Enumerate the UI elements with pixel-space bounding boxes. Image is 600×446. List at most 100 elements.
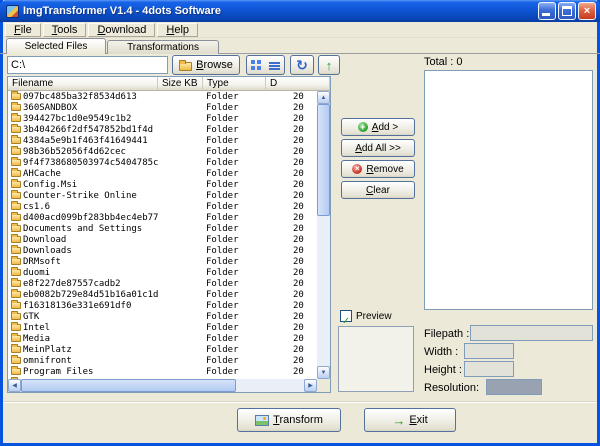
vertical-scrollbar-thumb[interactable] [317,104,330,216]
column-date[interactable]: D [266,77,330,91]
horizontal-scrollbar-thumb[interactable] [21,379,236,392]
folder-icon [11,115,21,122]
scroll-down-icon: ▼ [321,370,327,376]
tab-transformations[interactable]: Transformations [107,40,219,54]
maximize-icon [562,6,572,16]
clear-label: Clear [366,185,390,196]
vertical-scrollbar[interactable]: ▲ ▼ [317,91,330,379]
file-date: 20 [266,257,317,267]
icon-cell [8,223,23,234]
preview-checkbox[interactable]: ✓ [340,310,352,322]
menu-help[interactable]: Help [157,23,198,37]
file-row[interactable]: e8f227de87557cadb2Folder20 [8,278,317,289]
file-row[interactable]: Counter-Strike OnlineFolder20 [8,190,317,201]
width-field [464,343,514,359]
file-row[interactable]: MeinPlatzFolder20 [8,344,317,355]
file-row[interactable]: 3b404266f2df547852bd1f4dFolder20 [8,124,317,135]
file-date: 20 [266,235,317,245]
file-row[interactable]: GTKFolder20 [8,311,317,322]
remove-button[interactable]: × Remove [341,160,415,178]
file-date: 20 [266,279,317,289]
menu-file[interactable]: File [5,23,41,37]
file-date: 20 [266,290,317,300]
folder-icon [11,258,21,265]
clear-button[interactable]: Clear [341,181,415,199]
path-input[interactable] [7,56,168,74]
add-button[interactable]: + Add > [341,118,415,136]
file-date: 20 [266,334,317,344]
file-row[interactable]: Documents and SettingsFolder20 [8,223,317,234]
add-all-button[interactable]: Add All >> [341,139,415,157]
transform-label: Transform [273,414,323,426]
list-view-button[interactable] [265,55,285,75]
browse-button[interactable]: Browse [172,55,240,75]
file-row[interactable]: 097bc485ba32f8534d613Folder20 [8,91,317,102]
file-row[interactable]: omnifrontFolder20 [8,355,317,366]
file-row[interactable]: f16318136e331e691df0Folder20 [8,300,317,311]
column-size[interactable]: Size KB [158,77,203,91]
file-type: Folder [203,257,266,267]
menu-tools[interactable]: Tools [43,23,87,37]
file-row[interactable]: 9f4f738680503974c5404785cd1d694f2bFolder… [8,157,317,168]
file-type: Folder [203,103,266,113]
footer-separator [3,401,597,403]
total-label: Total : 0 [424,56,463,68]
tab-selected-files[interactable]: Selected Files [6,38,106,54]
column-filename[interactable]: Filename [8,77,158,91]
file-list-header: Filename Size KB Type D [8,77,330,91]
close-icon: × [584,3,590,19]
menu-download[interactable]: Download [88,23,155,37]
file-row[interactable]: MediaFolder20 [8,333,317,344]
horizontal-scrollbar[interactable]: ◀ ▶ [8,379,317,392]
file-type: Folder [203,367,266,377]
thumbnail-view-button[interactable] [246,55,266,75]
up-directory-button[interactable]: ↑ [318,55,340,75]
titlebar: ImgTransformer V1.4 - 4dots Software × [0,0,600,22]
file-name: d400acd099bf283bb4ec4eb77662 [23,213,158,223]
file-row[interactable]: cs1.6Folder20 [8,201,317,212]
app-icon [6,5,19,18]
file-name: Documents and Settings [23,224,158,234]
minimize-button[interactable] [538,2,556,20]
file-row[interactable]: AHCacheFolder20 [8,168,317,179]
add-icon: + [358,122,368,132]
scrollbar-track[interactable] [236,379,304,392]
scroll-down-button[interactable]: ▼ [317,366,330,379]
file-date: 20 [266,323,317,333]
file-date: 20 [266,356,317,366]
folder-icon [11,346,21,353]
file-row[interactable]: Config.MsiFolder20 [8,179,317,190]
file-row[interactable]: eb0082b729e84d51b16a01c1dFolder20 [8,289,317,300]
icon-cell [8,190,23,201]
exit-button[interactable]: → Exit [364,408,456,432]
file-row[interactable]: duomiFolder20 [8,267,317,278]
file-row[interactable]: DRMsoftFolder20 [8,256,317,267]
column-type[interactable]: Type [203,77,266,91]
file-date: 20 [266,114,317,124]
file-type: Folder [203,246,266,256]
file-row[interactable]: DownloadsFolder20 [8,245,317,256]
scroll-right-button[interactable]: ▶ [304,379,317,392]
file-row[interactable]: IntelFolder20 [8,322,317,333]
transform-button[interactable]: Transform [237,408,341,432]
refresh-button[interactable]: ↻ [290,55,314,75]
file-type: Folder [203,356,266,366]
file-row[interactable]: d400acd099bf283bb4ec4eb77662Folder20 [8,212,317,223]
file-row[interactable]: 4384a5e9b1f463f41649441Folder20 [8,135,317,146]
icon-cell [8,157,23,168]
scrollbar-track[interactable] [317,216,330,366]
file-type: Folder [203,114,266,124]
maximize-button[interactable] [558,2,576,20]
folder-icon [11,280,21,287]
file-row[interactable]: Program FilesFolder20 [8,366,317,377]
selected-files-listbox[interactable] [424,70,593,310]
up-arrow-icon: ↑ [326,59,333,72]
file-row[interactable]: 360SANDBOXFolder20 [8,102,317,113]
file-row[interactable]: 98b36b52056f4d62cecFolder20 [8,146,317,157]
file-type: Folder [203,147,266,157]
scroll-up-button[interactable]: ▲ [317,91,330,104]
scroll-left-button[interactable]: ◀ [8,379,21,392]
file-row[interactable]: 394427bc1d0e9549c1b2Folder20 [8,113,317,124]
close-button[interactable]: × [578,2,596,20]
file-row[interactable]: DownloadFolder20 [8,234,317,245]
